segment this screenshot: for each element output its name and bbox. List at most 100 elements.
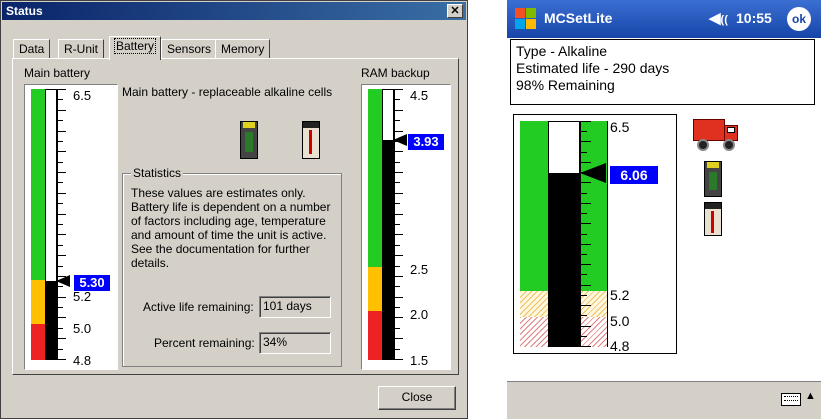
tab-data[interactable]: Data: [13, 39, 51, 58]
ram-scale-top: 4.5: [410, 88, 429, 103]
scale-tick: [395, 172, 403, 173]
scale-tick: [581, 285, 591, 286]
ppc-battery-gauge: 6.5 5.2 5.0 4.8 6.06: [513, 114, 677, 354]
ram-backup-label: RAM backup: [361, 66, 430, 80]
scale-tick: [395, 151, 403, 152]
tab-r-unit[interactable]: R-Unit: [58, 39, 105, 58]
scale-tick: [58, 338, 66, 339]
main-level-fill: [45, 281, 57, 360]
truck-icon: [693, 117, 741, 153]
scale-tick: [395, 193, 403, 194]
ppc-level-fill: [548, 173, 580, 347]
scale-tick: [581, 264, 591, 265]
scale-tick: [581, 295, 587, 296]
scale-tick: [581, 152, 587, 153]
scale-tick: [58, 297, 66, 298]
windows-start-icon[interactable]: [515, 8, 537, 30]
scale-tick: [395, 266, 400, 267]
main-battery-description: Main battery - replaceable alkaline cell…: [122, 85, 333, 99]
scale-tick: [58, 255, 66, 256]
statistics-legend: Statistics: [131, 166, 184, 180]
main-battery-label: Main battery: [24, 66, 91, 80]
scale-tick: [581, 305, 591, 306]
scale-tick: [395, 131, 403, 132]
scale-tick: [395, 214, 403, 215]
statistics-groupbox: Statistics These values are estimates on…: [122, 166, 342, 367]
keyboard-icon[interactable]: [781, 393, 801, 406]
ppc-info-type: Type - Alkaline: [516, 43, 608, 59]
scale-tick: [58, 89, 66, 90]
scale-tick: [58, 99, 63, 100]
scale-tick: [58, 120, 63, 121]
scale-tick: [395, 162, 400, 163]
ppc-titlebar: MCSetLite ◀(( 10:55 ok: [507, 0, 821, 38]
close-button[interactable]: Close: [378, 386, 456, 410]
scale-tick: [58, 214, 66, 215]
alkaline-battery-icon: [240, 121, 258, 159]
scale-tick: [58, 131, 66, 132]
scale-tick: [581, 274, 587, 275]
scale-tick: [395, 297, 403, 298]
ram-tick-scale: [394, 89, 406, 360]
main-scale-mid2: 5.0: [73, 321, 92, 336]
scale-tick: [58, 110, 66, 111]
ppc-command-bar: ▲: [507, 381, 821, 419]
scale-tick: [58, 151, 66, 152]
scale-tick: [395, 234, 403, 235]
scale-tick: [581, 244, 591, 245]
scale-tick: [58, 359, 66, 360]
main-scale-bottom: 4.8: [73, 353, 92, 368]
ppc-info-remaining: 98% Remaining: [516, 77, 615, 93]
scale-tick: [581, 315, 587, 316]
tab-sensors[interactable]: Sensors: [161, 39, 218, 58]
percent-remaining-label: Percent remaining:: [154, 336, 255, 350]
ram-backup-gauge: 4.5 2.5 2.0 1.5 3.93: [361, 84, 451, 370]
tab-r-unit-label: R-Unit: [64, 42, 99, 56]
scale-tick: [395, 182, 400, 183]
scale-tick: [581, 326, 591, 327]
ram-level-fill: [382, 140, 394, 360]
dialog-titlebar: Status ✕: [2, 2, 466, 20]
ram-pointer-icon: [393, 134, 407, 146]
ppc-current-value: 6.06: [610, 166, 658, 184]
tab-battery[interactable]: Battery: [109, 36, 162, 60]
active-life-label: Active life remaining:: [143, 300, 254, 314]
scale-tick: [58, 172, 66, 173]
statistics-text: These values are estimates only. Battery…: [131, 186, 331, 270]
status-dialog: Status ✕ Data R-Unit Battery Sensors Mem…: [0, 0, 468, 419]
main-tick-scale: [57, 89, 69, 360]
scale-tick: [395, 349, 400, 350]
tab-memory[interactable]: Memory: [215, 39, 271, 58]
ppc-alkaline-battery-icon: [704, 161, 722, 197]
scale-tick: [581, 193, 587, 194]
scale-tick: [58, 349, 63, 350]
tab-sensors-label: Sensors: [167, 42, 212, 56]
scale-tick: [58, 307, 63, 308]
speaker-icon[interactable]: ◀((: [709, 9, 728, 27]
ram-scale-mid1: 2.5: [410, 262, 429, 277]
ram-current-value: 3.93: [408, 134, 444, 150]
main-battery-gauge: 6.5 5.2 5.0 4.8 5.30: [24, 84, 118, 370]
close-icon[interactable]: ✕: [447, 4, 463, 18]
ppc-clock[interactable]: 10:55: [736, 10, 772, 26]
scale-tick: [58, 141, 63, 142]
scale-tick: [395, 89, 403, 90]
input-menu-arrow-icon[interactable]: ▲: [805, 390, 816, 402]
ok-button[interactable]: ok: [787, 7, 811, 31]
scale-tick: [395, 245, 400, 246]
ppc-scale-bottom: 4.8: [610, 338, 630, 354]
scale-tick: [58, 245, 63, 246]
scale-tick: [58, 328, 63, 329]
pocketpc-screen: MCSetLite ◀(( 10:55 ok Type - Alkaline E…: [507, 0, 821, 419]
scale-tick: [395, 255, 403, 256]
ppc-tick-scale: [580, 121, 608, 347]
main-scale-top: 6.5: [73, 88, 92, 103]
scale-tick: [581, 223, 591, 224]
active-life-field: 101 days: [259, 296, 331, 318]
scale-tick: [58, 162, 63, 163]
scale-tick: [58, 234, 66, 235]
scale-tick: [395, 338, 403, 339]
ppc-info-box: Type - Alkaline Estimated life - 290 day…: [510, 39, 815, 105]
scale-tick: [581, 131, 587, 132]
scale-tick: [395, 99, 400, 100]
